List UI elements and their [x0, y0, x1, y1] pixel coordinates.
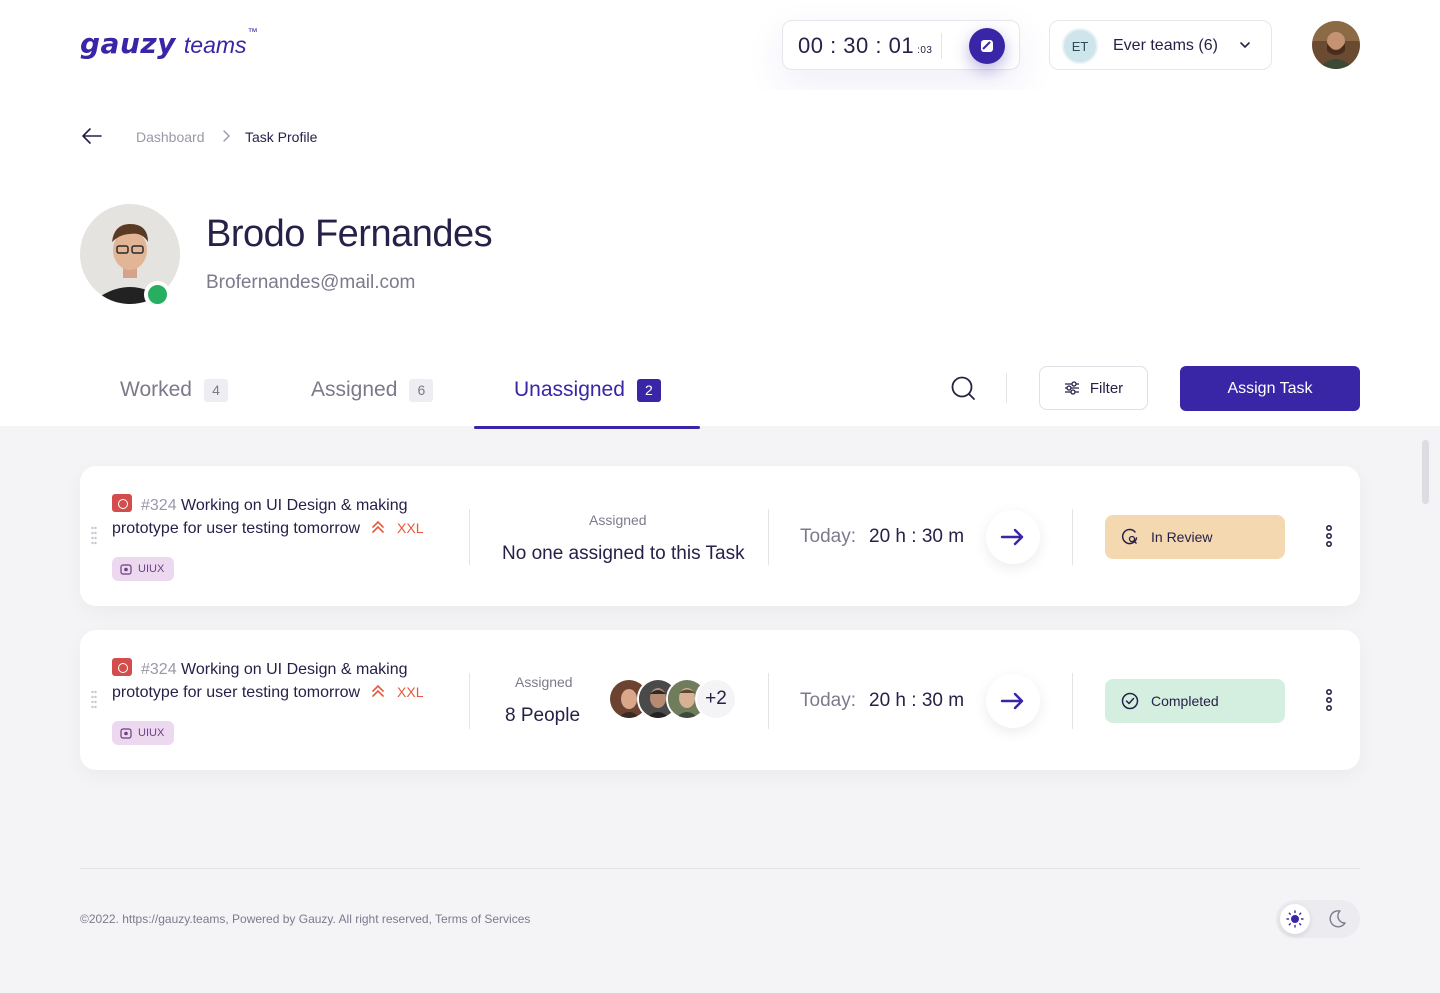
search-icon[interactable]	[950, 375, 976, 401]
bug-icon	[112, 658, 132, 676]
assignee-avatars[interactable]: +2	[608, 678, 737, 722]
moon-icon[interactable]	[1326, 908, 1348, 930]
today-label: Today:	[800, 690, 856, 711]
timer-divider	[941, 33, 942, 59]
profile-email: Brofernandes@mail.com	[206, 272, 416, 293]
tab-label: Unassigned	[514, 378, 625, 401]
arrow-right-icon	[1000, 528, 1024, 546]
priority-chevrons-icon	[371, 520, 384, 533]
task-label-badge[interactable]: UIUX	[112, 557, 175, 581]
assigned-value: 8 People	[505, 705, 581, 726]
assigned-value: No one assigned to this Task	[502, 543, 745, 564]
status-label: Completed	[1151, 693, 1219, 709]
tab-worked[interactable]: Worked 4	[120, 378, 228, 402]
card-divider	[1072, 509, 1073, 565]
status-dropdown[interactable]: Completed	[1105, 679, 1285, 723]
status-label: In Review	[1151, 529, 1213, 545]
footer-divider	[80, 868, 1360, 869]
tab-count: 2	[636, 378, 661, 402]
gauzy-teams-logo[interactable]: gauzy teams ™	[80, 27, 258, 60]
task-number: #324	[141, 661, 177, 678]
logo-main-text: gauzy	[80, 27, 176, 60]
timer-ms: :03	[917, 45, 933, 56]
more-options-icon[interactable]	[1322, 524, 1336, 548]
task-title[interactable]: #324 Working on UI Design & making proto…	[112, 494, 452, 540]
open-task-button[interactable]	[986, 674, 1040, 728]
bug-icon	[112, 494, 132, 512]
tab-count: 4	[203, 378, 228, 402]
light-mode-button[interactable]	[1280, 904, 1310, 934]
team-name: Ever teams (6)	[1113, 37, 1218, 54]
chevron-down-icon	[1240, 42, 1250, 49]
card-divider	[1072, 673, 1073, 729]
check-circle-icon	[1121, 692, 1139, 710]
tab-label: Assigned	[311, 378, 398, 401]
open-task-button[interactable]	[986, 510, 1040, 564]
sun-icon	[1286, 910, 1304, 928]
profile-name: Brodo Fernandes	[206, 213, 493, 255]
toolbar-divider	[1006, 373, 1007, 403]
top-header: gauzy teams ™ 00 : 30 : 01:03 ET Ever te…	[0, 0, 1440, 90]
filter-sliders-icon	[1064, 381, 1079, 395]
user-avatar[interactable]	[1312, 21, 1360, 69]
card-divider	[469, 509, 470, 565]
assigned-label: Assigned	[515, 674, 573, 690]
drag-handle-icon[interactable]	[91, 526, 97, 546]
tab-assigned[interactable]: Assigned 6	[311, 378, 434, 402]
label-tag-icon	[120, 563, 132, 575]
priority-chevrons-icon	[371, 684, 384, 697]
timer-toggle-button[interactable]	[969, 28, 1005, 64]
back-arrow-icon[interactable]	[80, 126, 104, 146]
page-scrollbar[interactable]	[1422, 440, 1429, 504]
timer-time: 00 : 30 : 01	[798, 33, 915, 58]
today-time: 20 h : 30 m	[869, 526, 965, 547]
label-tag-icon	[120, 727, 132, 739]
logo-sub-text: teams	[183, 32, 247, 58]
filter-button[interactable]: Filter	[1039, 366, 1148, 410]
arrow-right-icon	[1000, 692, 1024, 710]
active-tab-indicator	[474, 426, 700, 429]
breadcrumb-dashboard[interactable]: Dashboard	[136, 129, 205, 145]
timer-play-icon	[981, 40, 993, 52]
task-title[interactable]: #324 Working on UI Design & making proto…	[112, 658, 452, 704]
in-review-icon	[1121, 528, 1138, 545]
team-avatar: ET	[1062, 28, 1098, 64]
timer-display: 00 : 30 : 01:03	[798, 33, 933, 59]
status-dropdown[interactable]: In Review	[1105, 515, 1285, 559]
chevron-right-icon	[223, 130, 230, 142]
card-divider	[768, 673, 769, 729]
assign-task-button[interactable]: Assign Task	[1180, 366, 1360, 411]
filter-label: Filter	[1089, 379, 1124, 397]
breadcrumb-current: Task Profile	[245, 129, 318, 145]
tab-count: 6	[409, 378, 434, 402]
task-card: #324 Working on UI Design & making proto…	[80, 630, 1360, 770]
more-options-icon[interactable]	[1322, 688, 1336, 712]
today-time: 20 h : 30 m	[869, 690, 965, 711]
drag-handle-icon[interactable]	[91, 690, 97, 710]
task-number: #324	[141, 497, 177, 514]
theme-toggle[interactable]	[1276, 900, 1360, 938]
task-size: XXL	[397, 520, 424, 536]
task-card: #324 Working on UI Design & making proto…	[80, 466, 1360, 606]
card-divider	[469, 673, 470, 729]
task-label-text: UIUX	[138, 727, 165, 739]
tab-unassigned[interactable]: Unassigned 2	[514, 378, 661, 402]
task-label-text: UIUX	[138, 563, 165, 575]
assigned-label: Assigned	[589, 512, 647, 528]
today-label: Today:	[800, 526, 856, 547]
team-selector[interactable]: ET Ever teams (6)	[1049, 20, 1272, 70]
logo-tm: ™	[247, 27, 258, 38]
card-divider	[768, 509, 769, 565]
tab-label: Worked	[120, 378, 192, 401]
footer-copyright: ©2022. https://gauzy.teams, Powered by G…	[80, 912, 531, 926]
timer-widget: 00 : 30 : 01:03	[782, 20, 1020, 70]
user-avatar-image	[1312, 21, 1360, 69]
online-status-dot	[144, 281, 171, 308]
task-size: XXL	[397, 684, 424, 700]
more-assignees-count[interactable]: +2	[695, 678, 737, 720]
task-label-badge[interactable]: UIUX	[112, 721, 175, 745]
